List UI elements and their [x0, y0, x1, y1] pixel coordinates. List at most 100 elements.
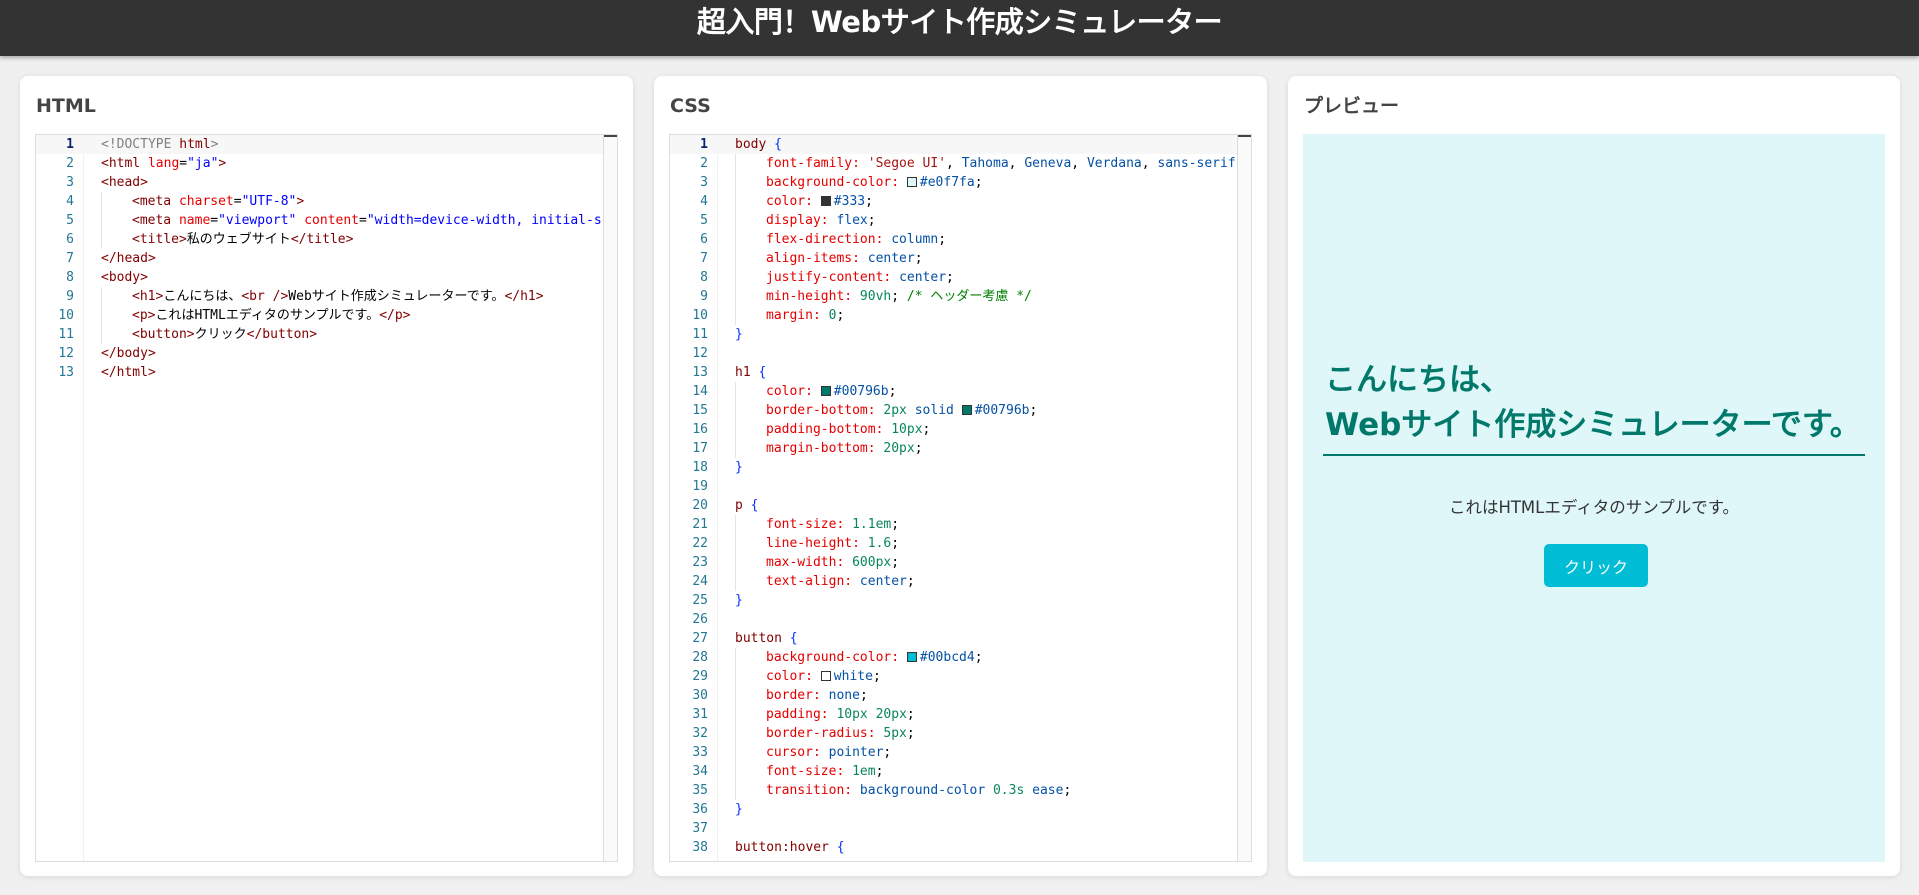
html-line[interactable]: 2 <html lang="ja"> — [36, 154, 603, 173]
css-line[interactable]: 38 button:hover { — [670, 838, 1237, 857]
color-swatch-icon[interactable] — [820, 196, 831, 206]
line-number: 23 — [692, 555, 708, 570]
css-line[interactable]: 4 color: #333; — [670, 192, 1237, 211]
html-editor-scrollbar[interactable] — [603, 135, 617, 861]
css-line[interactable]: 31 padding: 10px 20px; — [670, 705, 1237, 724]
line-number: 2 — [66, 156, 74, 171]
line-number: 35 — [692, 783, 708, 798]
html-line[interactable]: 10 <p>これはHTMLエディタのサンプルです。</p> — [36, 306, 603, 325]
html-panel-title: HTML — [36, 92, 617, 140]
line-number: 9 — [66, 289, 74, 304]
line-number: 30 — [692, 688, 708, 703]
preview-click-button[interactable]: クリック — [1544, 544, 1648, 587]
css-line[interactable]: 2 font-family: 'Segoe UI', Tahoma, Geneva… — [670, 154, 1237, 173]
css-code-lines: 1 body { 2 font-family: 'Segoe UI', Tahoma… — [670, 135, 1237, 857]
css-line[interactable]: 12 — [670, 344, 1237, 363]
color-swatch-icon[interactable] — [906, 177, 917, 187]
css-line[interactable]: 29 color: white; — [670, 667, 1237, 686]
css-line[interactable]: 13 h1 { — [670, 363, 1237, 382]
css-line[interactable]: 24 text-align: center; — [670, 572, 1237, 591]
css-line[interactable]: 5 display: flex; — [670, 211, 1237, 230]
html-code-editor[interactable]: 1 <!DOCTYPE html> 2 <html lang="ja"> 3 <hea… — [35, 134, 618, 862]
preview-heading-line1: こんにちは、 — [1325, 362, 1511, 398]
css-line[interactable]: 30 border: none; — [670, 686, 1237, 705]
css-line[interactable]: 26 — [670, 610, 1237, 629]
css-line[interactable]: 33 cursor: pointer; — [670, 743, 1237, 762]
line-number: 18 — [692, 460, 708, 475]
line-number: 11 — [58, 327, 74, 342]
line-number: 21 — [692, 517, 708, 532]
line-number: 15 — [692, 403, 708, 418]
html-line[interactable]: 1 <!DOCTYPE html> — [36, 135, 603, 154]
line-number: 28 — [692, 650, 708, 665]
line-number: 6 — [66, 232, 74, 247]
line-number: 14 — [692, 384, 708, 399]
css-line[interactable]: 18} — [670, 458, 1237, 477]
html-line[interactable]: 11 <button>クリック</button> — [36, 325, 603, 344]
css-code-editor[interactable]: 1 body { 2 font-family: 'Segoe UI', Tahoma… — [669, 134, 1252, 862]
preview-paragraph: これはHTMLエディタのサンプルです。 — [1448, 498, 1740, 517]
line-number: 26 — [692, 612, 708, 627]
css-line[interactable]: 11} — [670, 325, 1237, 344]
line-number: 12 — [58, 346, 74, 361]
line-number: 33 — [692, 745, 708, 760]
color-swatch-icon[interactable] — [906, 652, 917, 662]
preview-panel: プレビュー こんにちは、 Webサイト作成シミュレーターです。 これはHTMLエ… — [1288, 76, 1900, 876]
css-line[interactable]: 21 font-size: 1.1em; — [670, 515, 1237, 534]
css-panel: CSS 1 body { 2 font-family: 'Segoe UI', Ta… — [654, 76, 1267, 876]
preview-panel-title: プレビュー — [1304, 92, 1884, 140]
line-number: 2 — [700, 156, 708, 171]
line-number: 10 — [692, 308, 708, 323]
css-line[interactable]: 16 padding-bottom: 10px; — [670, 420, 1237, 439]
css-line[interactable]: 1 body { — [670, 135, 1237, 154]
line-number: 5 — [66, 213, 74, 228]
html-line[interactable]: 3 <head> — [36, 173, 603, 192]
preview-frame: こんにちは、 Webサイト作成シミュレーターです。 これはHTMLエディタのサン… — [1303, 134, 1885, 862]
css-line[interactable]: 17 margin-bottom: 20px; — [670, 439, 1237, 458]
html-line[interactable]: 8 <body> — [36, 268, 603, 287]
html-line[interactable]: 6 <title>私のウェブサイト</title> — [36, 230, 603, 249]
css-line[interactable]: 3 background-color: #e0f7fa; — [670, 173, 1237, 192]
html-line[interactable]: 5 <meta name="viewport" content="width=de… — [36, 211, 603, 230]
color-swatch-icon[interactable] — [820, 386, 831, 396]
css-line[interactable]: 20 p { — [670, 496, 1237, 515]
css-line[interactable]: 10 margin: 0; — [670, 306, 1237, 325]
css-line[interactable]: 27 button { — [670, 629, 1237, 648]
css-line[interactable]: 37 — [670, 819, 1237, 838]
css-line[interactable]: 19 — [670, 477, 1237, 496]
css-line[interactable]: 15 border-bottom: 2px solid #00796b; — [670, 401, 1237, 420]
css-line[interactable]: 14 color: #00796b; — [670, 382, 1237, 401]
color-swatch-icon[interactable] — [961, 405, 972, 415]
css-line[interactable]: 25} — [670, 591, 1237, 610]
color-swatch-icon[interactable] — [820, 671, 831, 681]
css-line[interactable]: 22 line-height: 1.6; — [670, 534, 1237, 553]
html-line[interactable]: 13 </html> — [36, 363, 603, 382]
css-line[interactable]: 36} — [670, 800, 1237, 819]
css-line[interactable]: 8 justify-content: center; — [670, 268, 1237, 287]
html-line[interactable]: 12 </body> — [36, 344, 603, 363]
css-line[interactable]: 23 max-width: 600px; — [670, 553, 1237, 572]
css-line[interactable]: 32 border-radius: 5px; — [670, 724, 1237, 743]
css-line[interactable]: 28 background-color: #00bcd4; — [670, 648, 1237, 667]
css-editor-scrollbar[interactable] — [1237, 135, 1251, 861]
css-line[interactable]: 7 align-items: center; — [670, 249, 1237, 268]
css-line[interactable]: 6 flex-direction: column; — [670, 230, 1237, 249]
html-panel: HTML 1 <!DOCTYPE html> 2 <html lang="ja"> … — [20, 76, 633, 876]
line-number: 32 — [692, 726, 708, 741]
line-number: 19 — [692, 479, 708, 494]
html-line[interactable]: 9 <h1>こんにちは、<br />Webサイト作成シミュレーターです。</h1> — [36, 287, 603, 306]
line-number: 27 — [692, 631, 708, 646]
line-number: 7 — [700, 251, 708, 266]
css-line[interactable]: 35 transition: background-color 0.3s ease… — [670, 781, 1237, 800]
line-number: 3 — [66, 175, 74, 190]
line-number: 22 — [692, 536, 708, 551]
line-number: 1 — [700, 137, 708, 152]
line-number: 31 — [692, 707, 708, 722]
line-number: 4 — [66, 194, 74, 209]
html-line[interactable]: 7 </head> — [36, 249, 603, 268]
line-number: 16 — [692, 422, 708, 437]
preview-heading: こんにちは、 Webサイト作成シミュレーターです。 — [1323, 358, 1865, 456]
css-line[interactable]: 9 min-height: 90vh; /* ヘッダー考慮 */ — [670, 287, 1237, 306]
html-line[interactable]: 4 <meta charset="UTF-8"> — [36, 192, 603, 211]
css-line[interactable]: 34 font-size: 1em; — [670, 762, 1237, 781]
